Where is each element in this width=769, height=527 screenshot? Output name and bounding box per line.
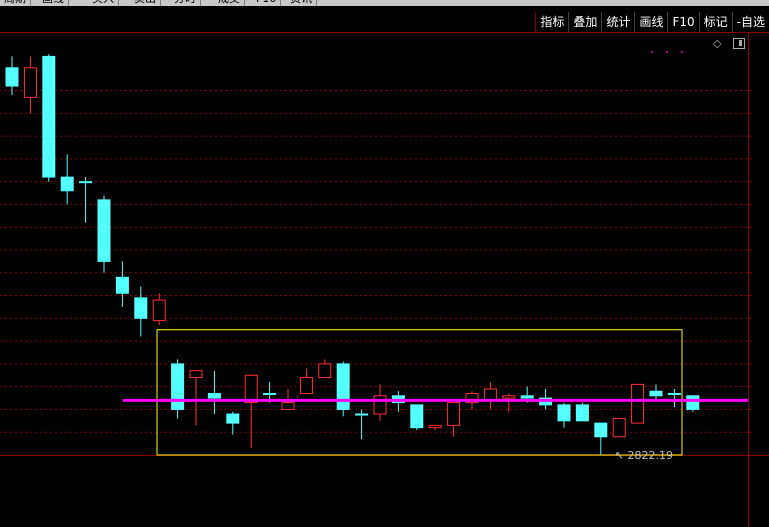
candle-body bbox=[355, 413, 369, 416]
candle-body bbox=[281, 402, 295, 410]
candle-body bbox=[263, 393, 277, 395]
candle-body bbox=[152, 299, 166, 322]
candle-body bbox=[520, 395, 534, 399]
candle-body bbox=[447, 402, 461, 426]
marker-dot bbox=[681, 51, 683, 53]
candle-body bbox=[686, 395, 700, 410]
candle-body bbox=[428, 424, 442, 429]
candle-body bbox=[115, 276, 129, 294]
candle-body bbox=[667, 393, 681, 395]
candle-body bbox=[189, 370, 203, 379]
candle-body bbox=[134, 297, 148, 319]
low-price-label: ↖ 2822.19 bbox=[615, 449, 673, 462]
candle-body bbox=[483, 388, 497, 401]
candle-body bbox=[502, 395, 516, 399]
candlestick-chart[interactable]: ↖ 2822.19 bbox=[0, 0, 769, 527]
candle-body bbox=[575, 404, 589, 422]
candle-body bbox=[207, 393, 221, 399]
candle-body bbox=[97, 199, 111, 262]
candle-body bbox=[373, 395, 387, 415]
candle-body bbox=[5, 67, 19, 87]
marker-dot bbox=[651, 51, 653, 53]
candle-body bbox=[557, 404, 571, 422]
candle-body bbox=[336, 363, 350, 410]
marker-dot bbox=[666, 51, 668, 53]
candle-body bbox=[318, 363, 332, 379]
candle-body bbox=[594, 422, 608, 438]
candle-body bbox=[631, 383, 645, 424]
candle-body bbox=[244, 374, 258, 404]
candle-body bbox=[299, 377, 313, 394]
candle-body bbox=[612, 418, 626, 438]
candle-body bbox=[171, 363, 185, 410]
candle-body bbox=[79, 181, 93, 184]
candle-body bbox=[226, 413, 240, 424]
candle-body bbox=[410, 404, 424, 429]
candle-body bbox=[649, 390, 663, 397]
candle-body bbox=[23, 67, 37, 98]
candle-body bbox=[42, 55, 56, 178]
candle-body bbox=[60, 176, 74, 192]
